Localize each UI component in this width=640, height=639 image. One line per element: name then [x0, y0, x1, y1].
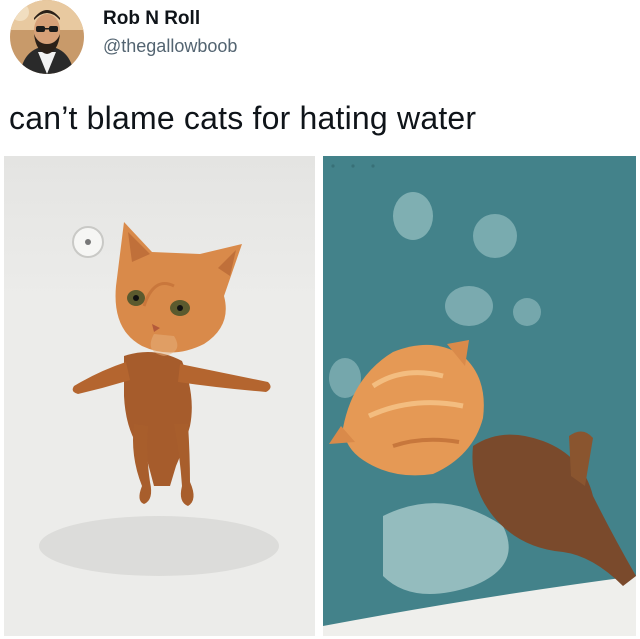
tweet-card: Rob N Roll @thegallowboob can’t blame ca…: [0, 0, 640, 639]
username-handle[interactable]: @thegallowboob: [103, 36, 237, 57]
avatar[interactable]: [10, 0, 84, 74]
kitten-bath-image: [323, 156, 636, 636]
photo-wet-cat-bathtub[interactable]: [4, 156, 315, 636]
photo-kitten-bath[interactable]: [323, 156, 636, 636]
wet-cat-bathtub-image: [4, 156, 315, 636]
bearded-man-avatar-icon: [10, 0, 84, 74]
display-name[interactable]: Rob N Roll: [103, 8, 200, 30]
tweet-header: Rob N Roll @thegallowboob: [10, 0, 630, 76]
tweet-text: can’t blame cats for hating water: [9, 100, 477, 136]
tweet-media[interactable]: [4, 156, 636, 636]
